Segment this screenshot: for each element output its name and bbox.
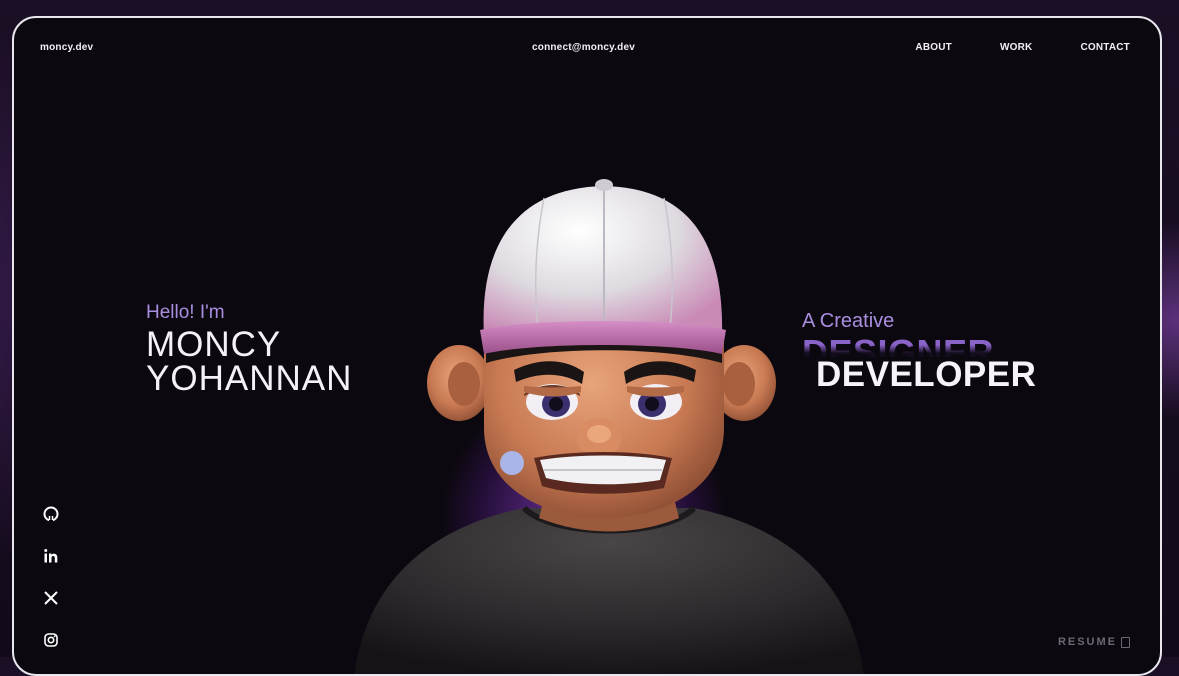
resume-label: RESUME bbox=[1057, 636, 1117, 648]
nav-about[interactable]: ABOUT bbox=[915, 42, 952, 53]
linkedin-link[interactable] bbox=[42, 546, 60, 566]
social-links bbox=[42, 504, 60, 650]
resume-button[interactable]: RESUME bbox=[1058, 636, 1130, 648]
top-nav: ABOUT WORK CONTACT bbox=[915, 42, 1130, 53]
document-icon bbox=[1121, 636, 1130, 648]
linkedin-icon bbox=[44, 549, 58, 563]
github-icon bbox=[43, 506, 59, 522]
avatar-illustration bbox=[354, 179, 864, 674]
nav-contact[interactable]: CONTACT bbox=[1080, 42, 1130, 53]
contact-email-link[interactable]: connect@moncy.dev bbox=[532, 42, 635, 53]
nav-work[interactable]: WORK bbox=[1000, 42, 1032, 53]
instagram-link[interactable] bbox=[42, 630, 60, 650]
x-icon bbox=[44, 591, 58, 605]
site-logo[interactable]: moncy.dev bbox=[40, 42, 93, 53]
x-link[interactable] bbox=[42, 588, 60, 608]
github-link[interactable] bbox=[42, 504, 60, 524]
instagram-icon bbox=[44, 633, 58, 647]
site-frame: moncy.dev connect@moncy.dev ABOUT WORK C… bbox=[12, 16, 1162, 676]
